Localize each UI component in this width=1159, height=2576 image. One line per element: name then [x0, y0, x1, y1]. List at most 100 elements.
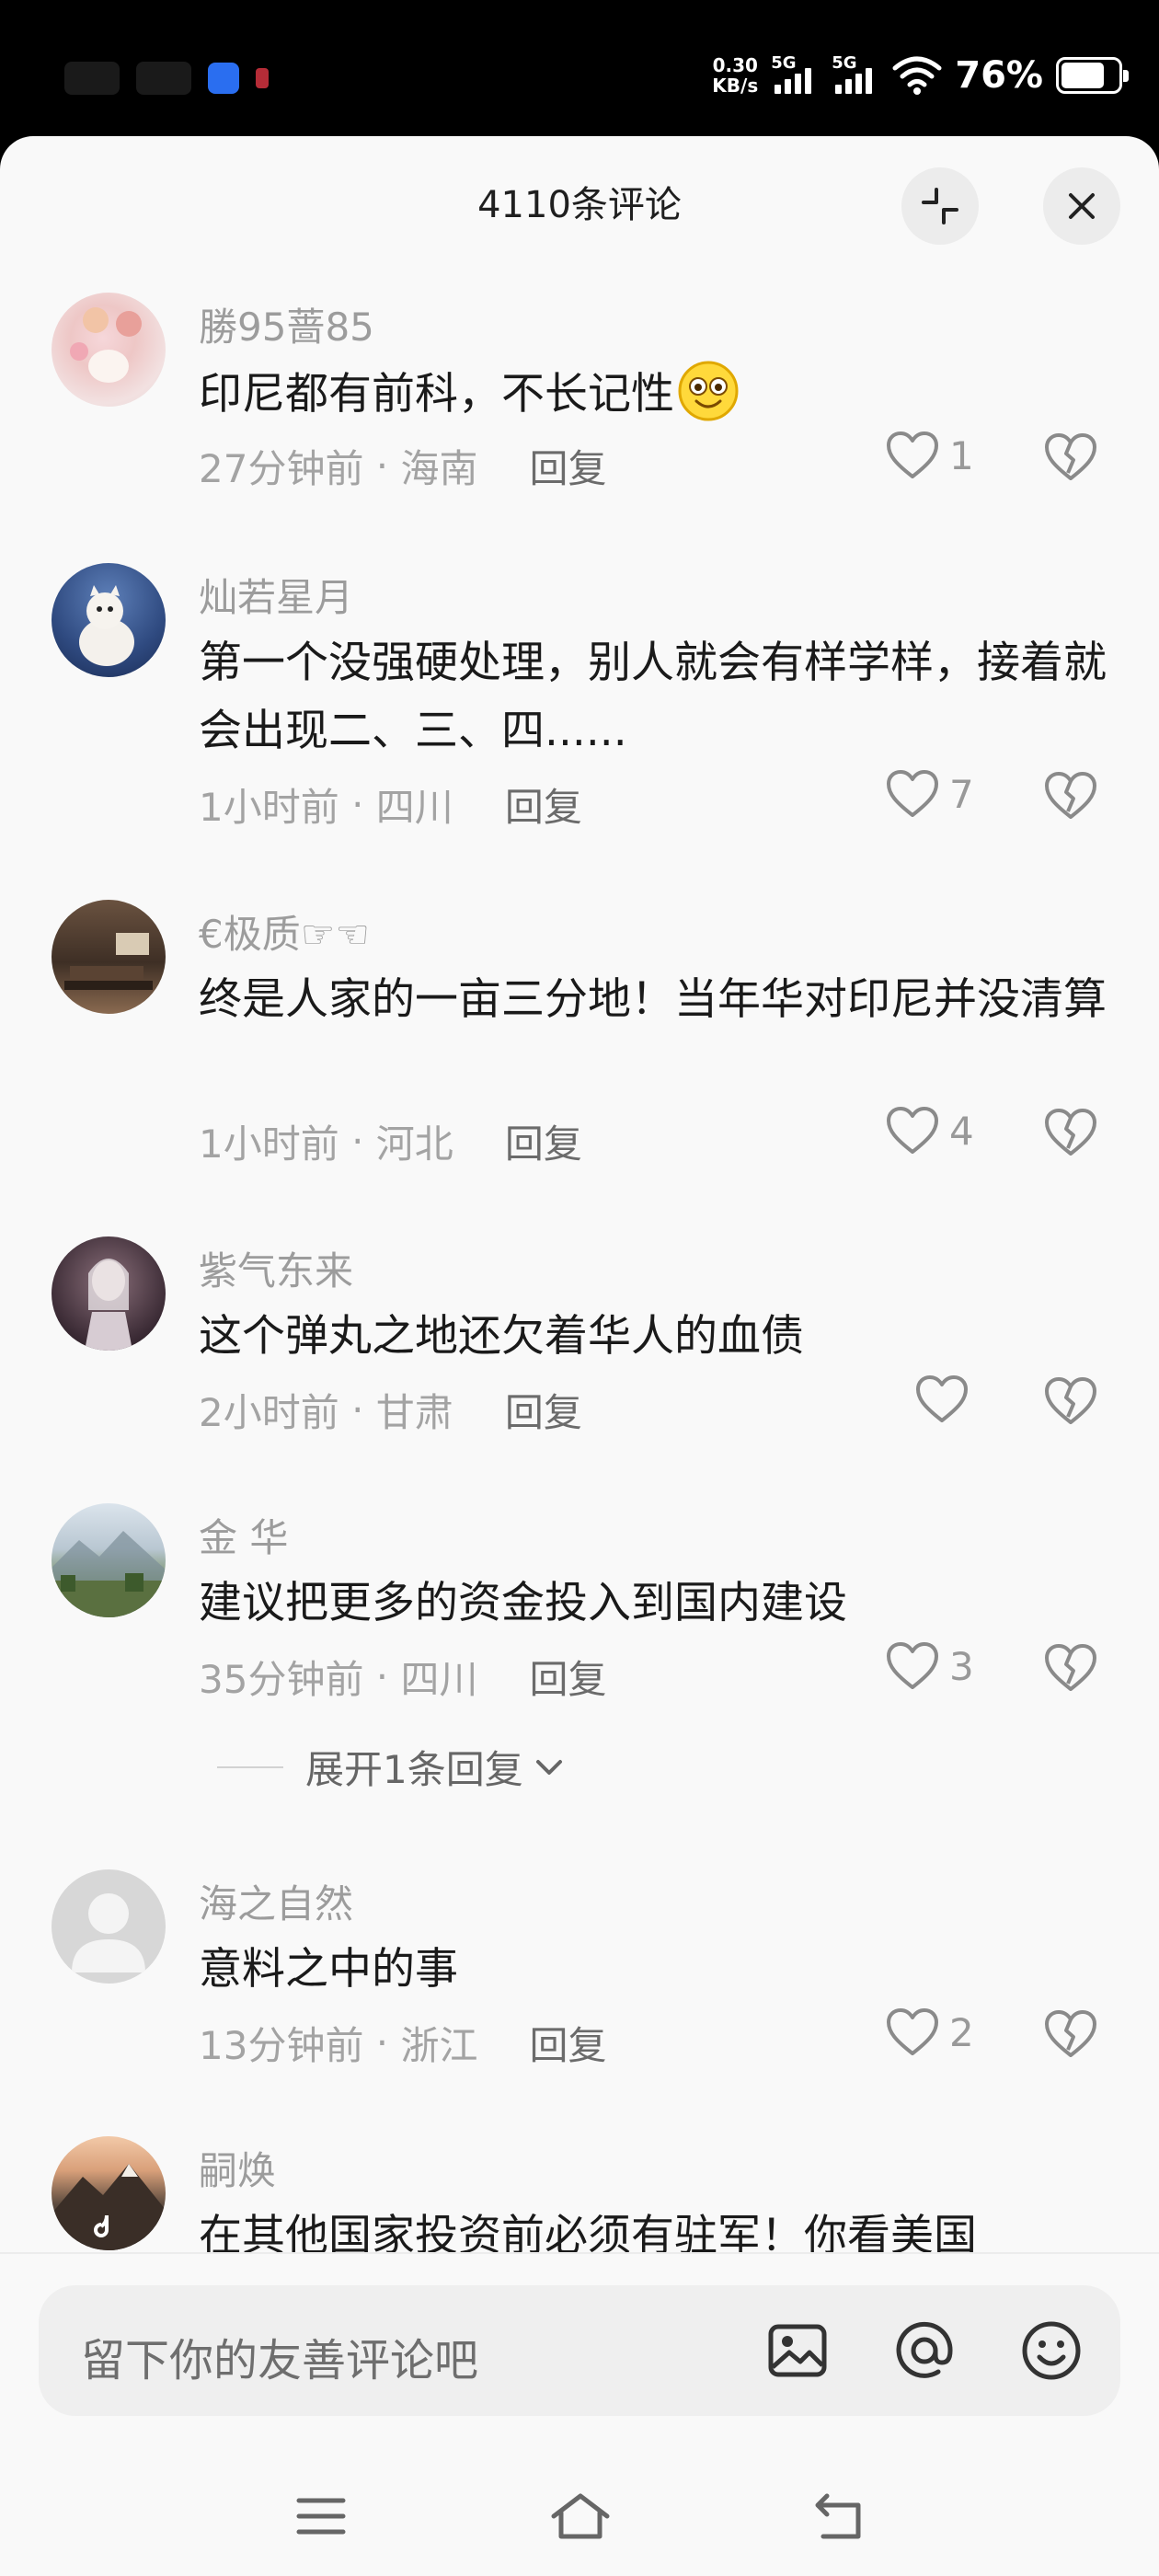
broken-heart-icon [1045, 1109, 1096, 1156]
comment-username[interactable]: 灿若星月 [199, 567, 353, 623]
comment-time: 1小时前 [199, 1121, 339, 1167]
like-button[interactable]: 7 [885, 769, 974, 819]
avatar[interactable] [52, 1236, 166, 1351]
reply-button[interactable]: 回复 [505, 1382, 582, 1438]
comment-location: 四川 [400, 1657, 478, 1702]
comment-username[interactable]: 嗣焕 [199, 2140, 276, 2196]
avatar[interactable] [52, 900, 166, 1014]
expand-divider [217, 1765, 283, 1768]
avatar[interactable] [52, 1503, 166, 1617]
comment-input-placeholder: 留下你的友善评论吧 [81, 2335, 479, 2386]
image-icon [768, 2324, 827, 2377]
status-left-area [64, 55, 269, 101]
meta-separator: · [339, 1387, 376, 1432]
avatar[interactable] [52, 293, 166, 407]
avatar[interactable] [52, 563, 166, 677]
system-navigation-bar [0, 2447, 1159, 2576]
at-icon [896, 2321, 953, 2378]
heart-icon [916, 1375, 968, 1422]
image-button[interactable] [765, 2318, 830, 2383]
reply-button[interactable]: 回复 [505, 776, 582, 833]
comment-item: 嗣焕 在其他国家投资前必须有驻军！你看美国 [0, 2136, 1159, 2252]
signal-icon: 5G [832, 53, 879, 98]
like-button[interactable]: 4 [885, 1106, 974, 1156]
heart-icon [887, 431, 938, 478]
dislike-button[interactable] [1043, 771, 1098, 824]
comment-text: 意料之中的事 [199, 1944, 458, 1995]
mention-button[interactable] [892, 2318, 957, 2383]
broken-heart-icon [1045, 1644, 1096, 1691]
reply-button[interactable]: 回复 [530, 438, 607, 494]
comment-item: 金 华 建议把更多的资金投入到国内建设 35分钟前 · 四川 回复 3 展开1条… [0, 1503, 1159, 1869]
comment-meta: 1小时前 · 四川 回复 [199, 776, 582, 833]
heart-icon [887, 770, 938, 817]
comment-item: 勝95蔷85 印尼都有前科，不长记性 27分钟前 · 海南 回复 1 [0, 293, 1159, 563]
dislike-button[interactable] [1043, 1108, 1098, 1161]
like-button[interactable] [914, 1374, 979, 1424]
meta-separator: · [363, 443, 401, 489]
like-count: 2 [949, 2009, 974, 2055]
comment-text: 终是人家的一亩三分地！当年华对印尼并没清算 [199, 974, 1107, 1025]
status-right-area: 0.30 KB/s 5G 5G 76% [712, 48, 1129, 103]
menu-button[interactable] [289, 2484, 353, 2548]
comment-item: 灿若星月 第一个没强硬处理，别人就会有样学样，接着就会出现二、三、四......… [0, 563, 1159, 900]
comment-time: 2小时前 [199, 1390, 339, 1435]
comment-item: 海之自然 意料之中的事 13分钟前 · 浙江 回复 2 [0, 1869, 1159, 2136]
expand-replies-button[interactable]: 展开1条回复 [217, 1739, 566, 1795]
battery-icon [1056, 57, 1129, 94]
heart-icon [887, 1107, 938, 1154]
collapse-icon [922, 188, 958, 224]
wifi-icon [892, 56, 942, 95]
comments-sheet: 4110条评论 勝95蔷85 印尼都有前科，不长记性 27分钟前 · 海南 回复… [0, 136, 1159, 2576]
like-button[interactable]: 3 [885, 1641, 974, 1691]
comment-list[interactable]: 勝95蔷85 印尼都有前科，不长记性 27分钟前 · 海南 回复 1 灿若星月 … [0, 293, 1159, 2252]
reply-button[interactable]: 回复 [530, 2015, 607, 2071]
meta-separator: · [363, 1654, 401, 1699]
sheet-header: 4110条评论 [0, 136, 1159, 265]
back-button[interactable] [806, 2484, 870, 2548]
app-notification-icon [256, 68, 269, 88]
comment-text: 在其他国家投资前必须有驻军！你看美国 [199, 2211, 977, 2252]
comment-input[interactable]: 留下你的友善评论吧 [39, 2285, 1120, 2416]
broken-heart-icon [1045, 2010, 1096, 2057]
meta-separator: · [363, 2020, 401, 2065]
collapse-button[interactable] [901, 167, 979, 245]
home-button[interactable] [548, 2484, 613, 2548]
status-bar: 0.30 KB/s 5G 5G 76% [0, 0, 1159, 138]
avatar[interactable] [52, 1869, 166, 1984]
dislike-button[interactable] [1043, 1376, 1098, 1430]
comment-text: 建议把更多的资金投入到国内建设 [199, 1578, 847, 1628]
comment-item: 紫气东来 这个弹丸之地还欠着华人的血债 2小时前 · 甘肃 回复 [0, 1236, 1159, 1503]
comment-username[interactable]: €极质☞☜ [199, 903, 370, 960]
comment-location: 海南 [400, 446, 478, 491]
like-button[interactable]: 1 [885, 431, 974, 480]
menu-icon [296, 2498, 346, 2535]
network-speed-unit: KB/s [712, 75, 759, 97]
avatar[interactable] [52, 2136, 166, 2250]
meta-separator: · [339, 782, 376, 827]
default-avatar-icon [72, 1893, 145, 1972]
comment-meta: 13分钟前 · 浙江 回复 [199, 2015, 607, 2071]
comment-location: 四川 [375, 785, 453, 830]
comment-username[interactable]: 金 华 [199, 1507, 288, 1563]
reply-button[interactable]: 回复 [505, 1113, 582, 1169]
emoji-button[interactable] [1019, 2318, 1084, 2383]
dislike-button[interactable] [1043, 1643, 1098, 1696]
comment-username[interactable]: 勝95蔷85 [199, 296, 374, 352]
comment-username[interactable]: 紫气东来 [199, 1240, 353, 1296]
dislike-button[interactable] [1043, 2009, 1098, 2063]
comment-meta: 27分钟前 · 海南 回复 [199, 438, 607, 494]
close-button[interactable] [1043, 167, 1120, 245]
comment-location: 河北 [375, 1121, 453, 1167]
comment-username[interactable]: 海之自然 [199, 1873, 353, 1929]
network-speed-value: 0.30 [712, 54, 758, 76]
home-icon [551, 2493, 610, 2539]
dislike-button[interactable] [1043, 432, 1098, 486]
like-count: 4 [949, 1108, 974, 1154]
close-icon [1069, 193, 1095, 219]
like-button[interactable]: 2 [885, 2007, 974, 2057]
reply-button[interactable]: 回复 [530, 1649, 607, 1705]
comment-time: 13分钟前 [199, 2023, 364, 2068]
comment-text: 这个弹丸之地还欠着华人的血债 [199, 1311, 804, 1362]
comment-meta: 35分钟前 · 四川 回复 [199, 1649, 607, 1705]
